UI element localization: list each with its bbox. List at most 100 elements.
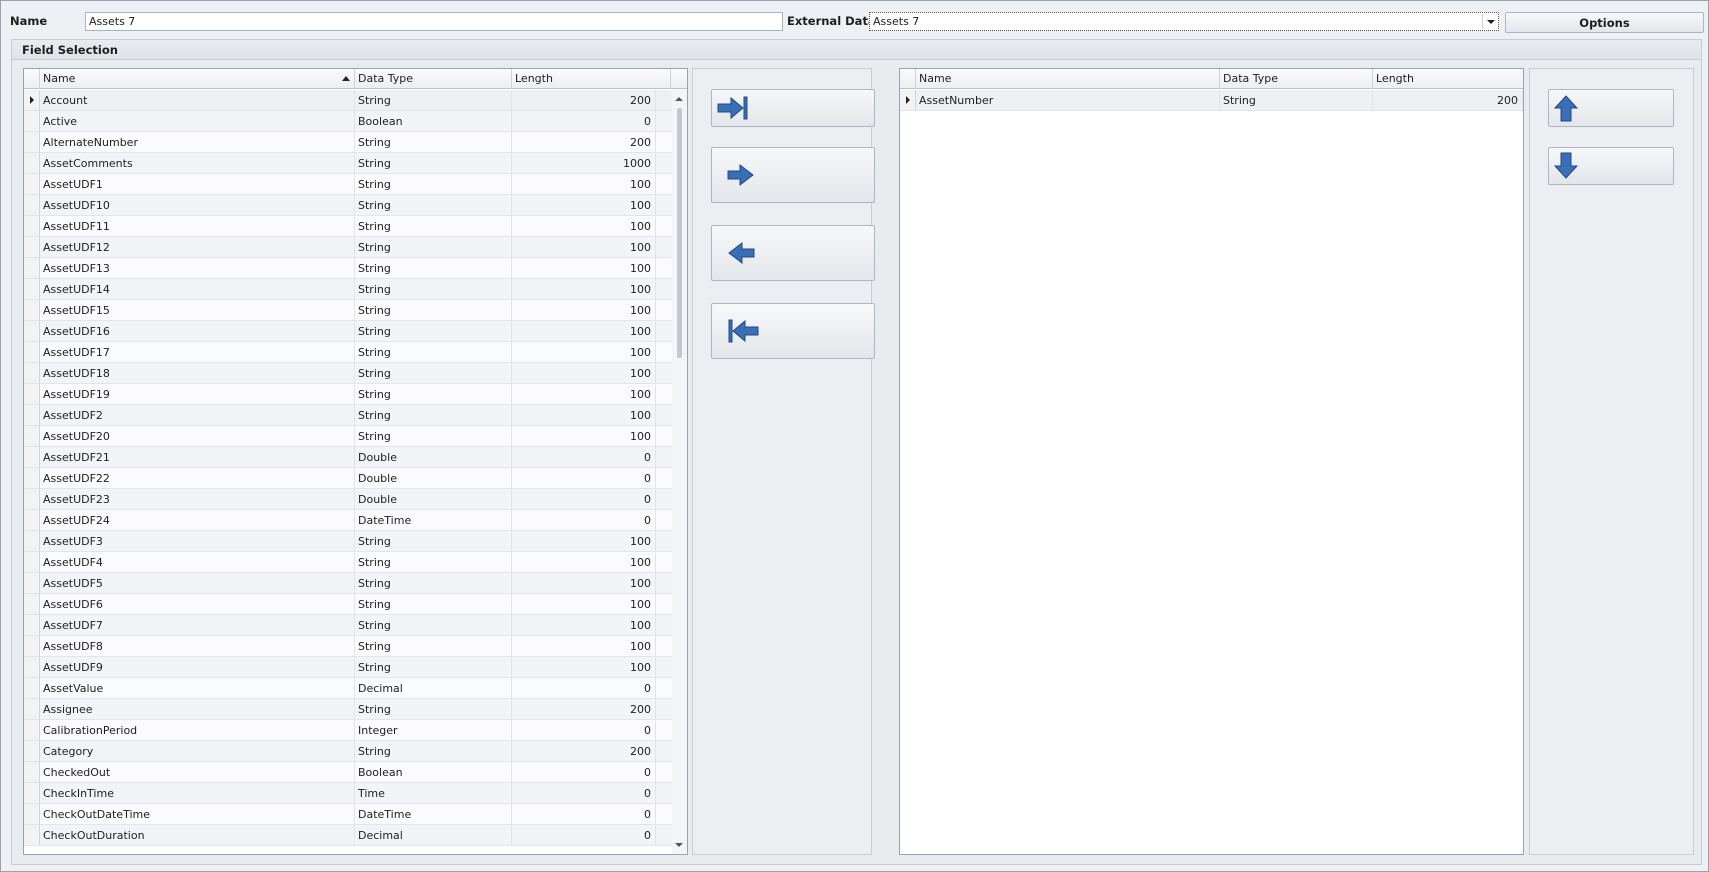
cell-data-type: String [355,174,512,194]
cell-data-type: String [355,405,512,425]
cell-name: Active [40,111,355,131]
cell-data-type: String [355,636,512,656]
cell-name: AssetUDF15 [40,300,355,320]
external-data-select[interactable]: Assets 7 [869,12,1499,31]
table-row[interactable]: AssetUDF2 String 100 [24,405,672,426]
table-row[interactable]: AssetUDF4 String 100 [24,552,672,573]
cell-data-type: DateTime [355,804,512,824]
table-row[interactable]: AssetUDF21 Double 0 [24,447,672,468]
table-row[interactable]: AssetValue Decimal 0 [24,678,672,699]
table-row[interactable]: AssetUDF22 Double 0 [24,468,672,489]
table-row[interactable]: AssetUDF17 String 100 [24,342,672,363]
cell-name: AssetUDF11 [40,216,355,236]
table-row[interactable]: CheckedOut Boolean 0 [24,762,672,783]
table-row[interactable]: AssetUDF18 String 100 [24,363,672,384]
cell-length: 0 [512,111,656,131]
table-row[interactable]: AssetUDF11 String 100 [24,216,672,237]
table-row[interactable]: CheckInTime Time 0 [24,783,672,804]
table-row[interactable]: AlternateNumber String 200 [24,132,672,153]
table-row[interactable]: AssetNumber String 200 [900,90,1523,111]
table-row[interactable]: CheckOutDuration Decimal 0 [24,825,672,846]
table-row[interactable]: AssetUDF20 String 100 [24,426,672,447]
scroll-thumb[interactable] [677,108,682,358]
cell-length: 0 [512,825,656,845]
move-right-button[interactable] [711,147,875,203]
selected-fields-grid[interactable]: Name Data Type Length AssetNumber String 2… [899,68,1524,855]
table-row[interactable]: AssetUDF24 DateTime 0 [24,510,672,531]
options-button[interactable]: Options [1505,12,1704,33]
table-row[interactable]: AssetUDF5 String 100 [24,573,672,594]
move-all-right-button[interactable] [711,89,875,127]
cell-data-type: String [355,594,512,614]
row-indicator [24,258,40,278]
table-row[interactable]: Assignee String 200 [24,699,672,720]
table-row[interactable]: AssetUDF10 String 100 [24,195,672,216]
cell-data-type: String [355,342,512,362]
table-row[interactable]: AssetUDF6 String 100 [24,594,672,615]
cell-length: 100 [512,594,656,614]
cell-length: 100 [512,384,656,404]
table-row[interactable]: AssetUDF1 String 100 [24,174,672,195]
cell-data-type: String [355,426,512,446]
column-header-data-type[interactable]: Data Type [1220,69,1373,89]
cell-name: AssetUDF3 [40,531,355,551]
move-all-left-button[interactable] [711,303,875,359]
available-fields-grid[interactable]: Name Data Type Length Account String 200 Ac… [23,68,688,855]
cell-data-type: String [355,237,512,257]
row-indicator [24,237,40,257]
cell-length: 0 [512,804,656,824]
cell-name: AssetUDF1 [40,174,355,194]
arrow-right-bar-icon [717,96,748,120]
arrow-right-icon [727,163,754,187]
table-row[interactable]: CheckOutDateTime DateTime 0 [24,804,672,825]
table-row[interactable]: AssetUDF3 String 100 [24,531,672,552]
reorder-buttons-panel [1529,68,1694,855]
cell-name: Category [40,741,355,761]
table-row[interactable]: Category String 200 [24,741,672,762]
move-up-button[interactable] [1548,89,1674,127]
table-row[interactable]: AssetUDF16 String 100 [24,321,672,342]
scroll-down-icon[interactable] [675,843,683,847]
cell-data-type: Decimal [355,825,512,845]
grid-body: Account String 200 Active Boolean 0 AlternateN… [24,90,672,846]
cell-length: 0 [512,762,656,782]
row-indicator [24,594,40,614]
table-row[interactable]: AssetComments String 1000 [24,153,672,174]
name-input[interactable]: Assets 7 [85,12,783,31]
table-row[interactable]: AssetUDF8 String 100 [24,636,672,657]
column-header-length[interactable]: Length [1373,69,1523,89]
table-row[interactable]: Account String 200 [24,90,672,111]
move-left-button[interactable] [711,225,875,281]
row-indicator [24,447,40,467]
chevron-down-icon[interactable] [1482,14,1497,29]
column-header-length[interactable]: Length [512,69,671,89]
row-indicator [24,342,40,362]
row-indicator [24,573,40,593]
table-row[interactable]: CalibrationPeriod Integer 0 [24,720,672,741]
scroll-up-icon[interactable] [675,97,683,101]
cell-data-type: String [355,279,512,299]
row-indicator [24,279,40,299]
move-down-button[interactable] [1548,147,1674,185]
table-row[interactable]: AssetUDF9 String 100 [24,657,672,678]
cell-data-type: String [355,195,512,215]
table-row[interactable]: AssetUDF13 String 100 [24,258,672,279]
cell-data-type: Time [355,783,512,803]
column-header-name[interactable]: Name [40,69,355,89]
table-row[interactable]: AssetUDF15 String 100 [24,300,672,321]
table-row[interactable]: AssetUDF12 String 100 [24,237,672,258]
row-indicator [24,195,40,215]
vertical-scrollbar[interactable] [672,90,687,854]
table-row[interactable]: Active Boolean 0 [24,111,672,132]
cell-name: CheckInTime [40,783,355,803]
cell-name: AssetUDF7 [40,615,355,635]
table-row[interactable]: AssetUDF23 Double 0 [24,489,672,510]
table-row[interactable]: AssetUDF14 String 100 [24,279,672,300]
column-header-data-type[interactable]: Data Type [355,69,512,89]
table-row[interactable]: AssetUDF7 String 100 [24,615,672,636]
cell-data-type: String [355,90,512,110]
cell-name: AssetUDF9 [40,657,355,677]
table-row[interactable]: AssetUDF19 String 100 [24,384,672,405]
cell-length: 200 [512,132,656,152]
column-header-name[interactable]: Name [916,69,1220,89]
